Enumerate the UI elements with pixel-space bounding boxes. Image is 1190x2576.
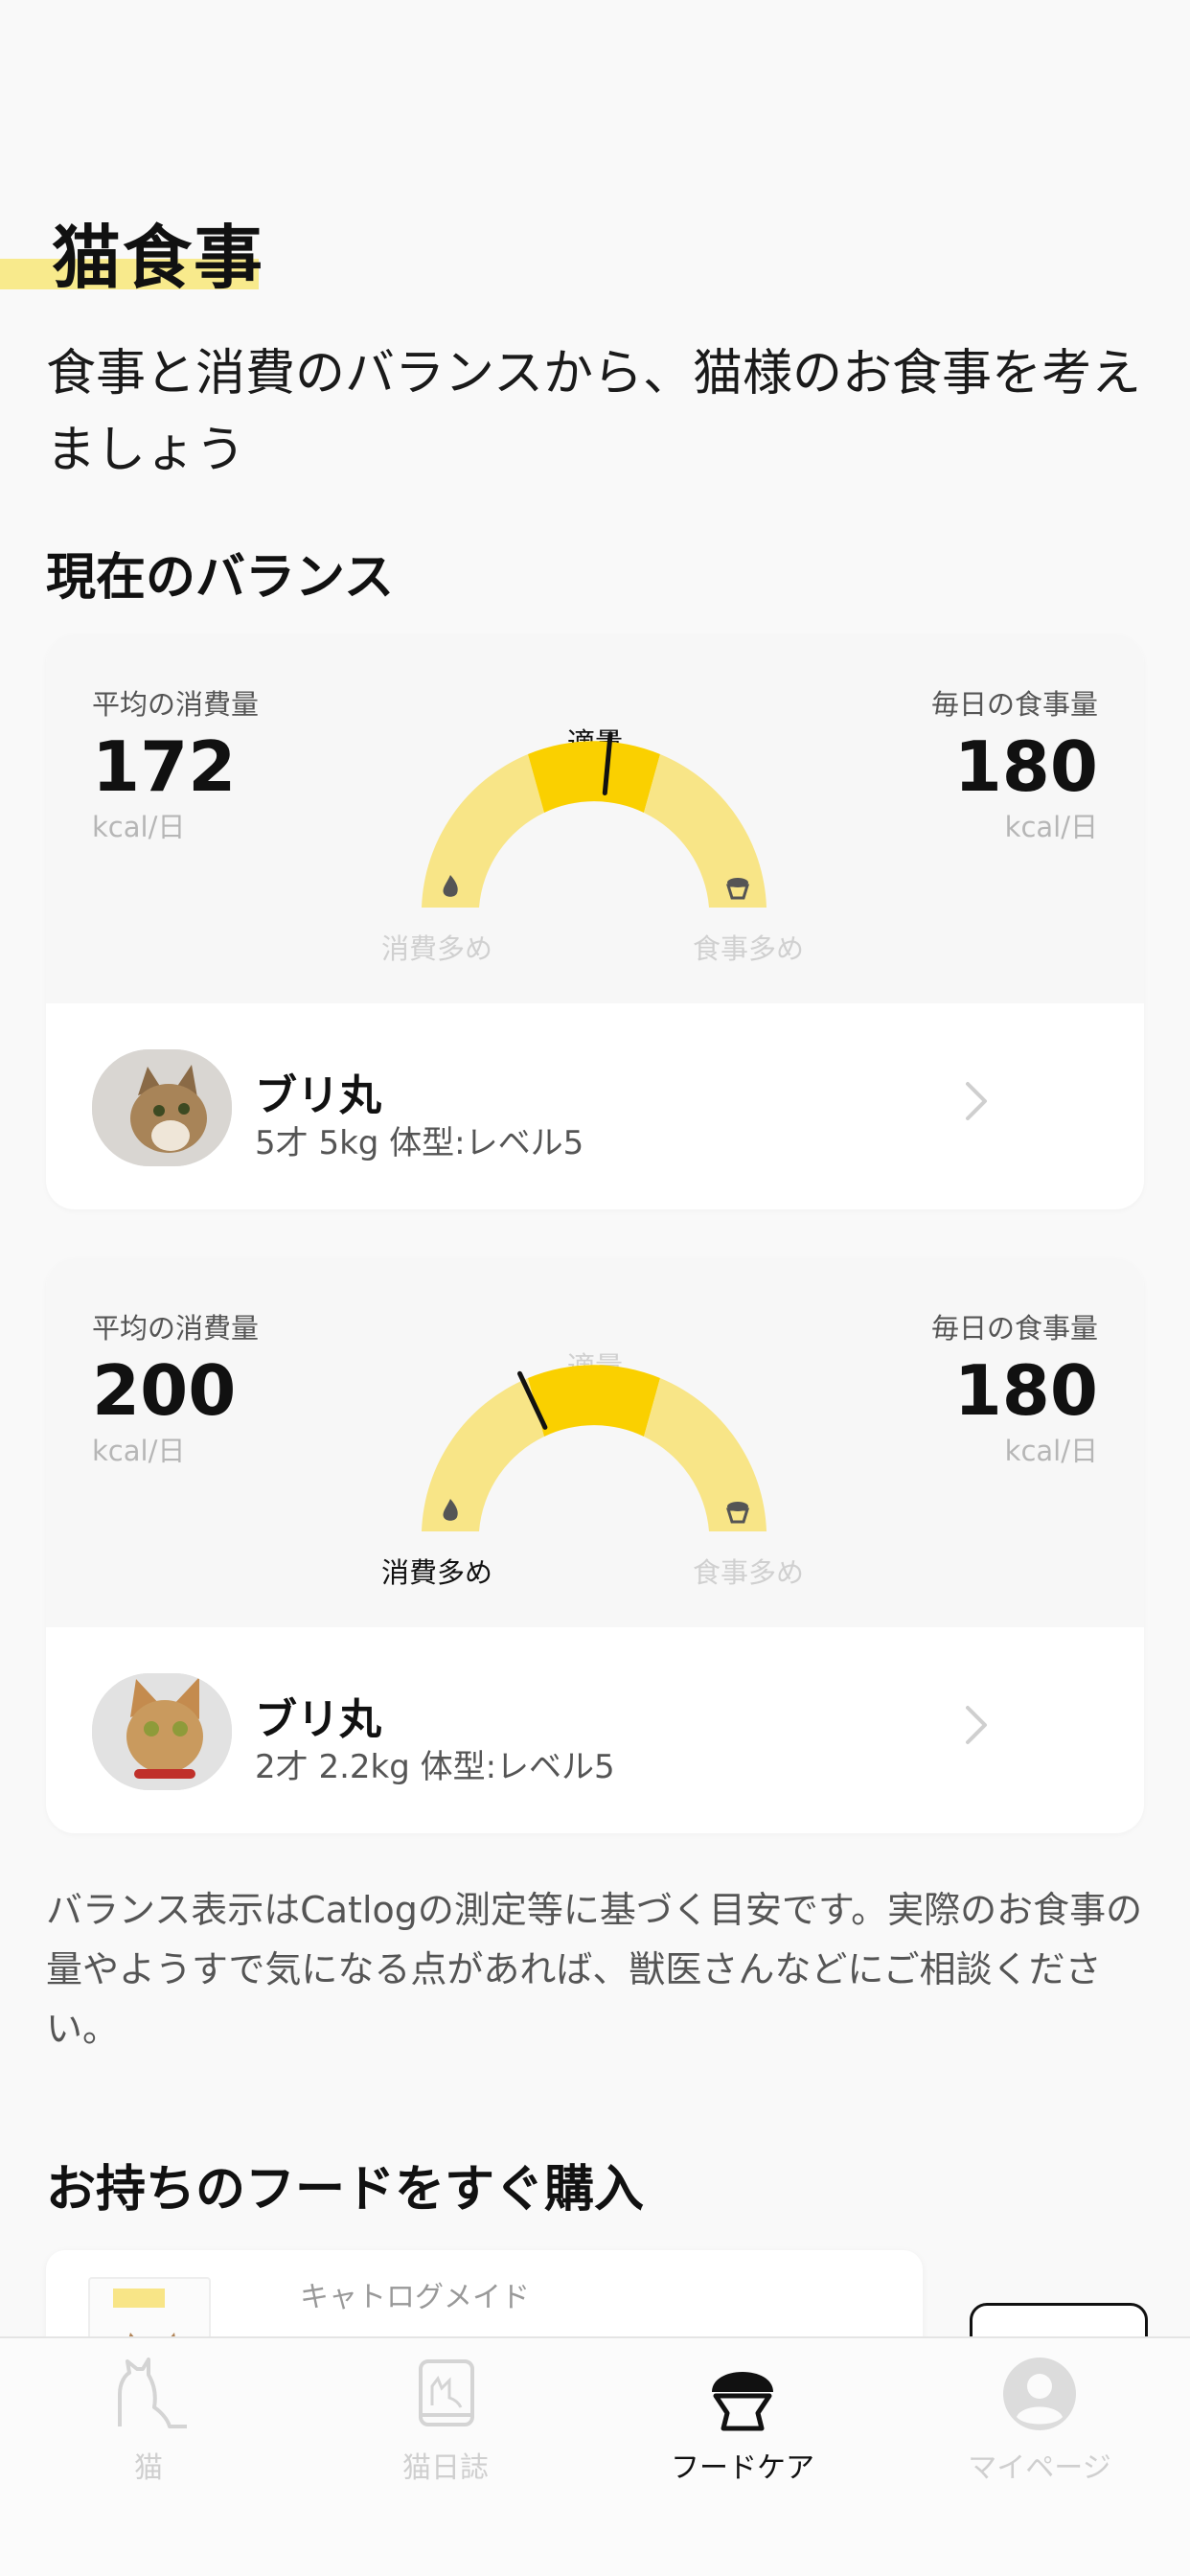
gauge-middle-segment <box>528 741 660 813</box>
cat-name: ブリ丸 <box>255 1071 381 1120</box>
consumption-unit: kcal/日 <box>92 811 186 843</box>
cat-row[interactable]: ブリ丸 5才 5kg 体型:レベル5 <box>46 1003 1144 1209</box>
tab-bar: 猫 猫日誌 フードケア マイページ <box>0 2336 1190 2576</box>
balance-heading: 現在のバランス <box>46 549 394 607</box>
tab-food-care[interactable]: フードケア <box>594 2338 891 2576</box>
tab-diary[interactable]: 猫日誌 <box>297 2338 594 2576</box>
gauge-label-meal: 食事多め <box>693 932 805 965</box>
food-screen: 猫食事 食事と消費のバランスから、猫様のお食事を考えましょう 現在のバランス 平… <box>0 0 1190 2576</box>
balance-gauge <box>422 731 767 908</box>
balance-note: バランス表示はCatlogの測定等に基づく目安です。実際のお食事の量やようすで気… <box>46 1889 1143 2050</box>
cat-name: ブリ丸 <box>255 1695 381 1744</box>
avatar <box>92 1673 232 1790</box>
consumption-label: 平均の消費量 <box>92 1312 260 1345</box>
gauge-left-segment <box>422 754 544 908</box>
intake-label: 毎日の食事量 <box>930 688 1098 721</box>
intake-unit: kcal/日 <box>1004 1435 1098 1467</box>
tab-cat[interactable]: 猫 <box>0 2338 297 2576</box>
tab-label: フードケア <box>671 2451 814 2485</box>
balance-gauge <box>422 1365 767 1531</box>
tab-label: 猫 <box>134 2451 163 2485</box>
chevron-right-icon[interactable] <box>947 1696 1004 1754</box>
intake-label: 毎日の食事量 <box>930 1312 1098 1345</box>
gauge-label-consumption: 消費多め <box>381 1556 493 1589</box>
gauge-left-segment <box>422 1378 544 1531</box>
intake-unit: kcal/日 <box>1004 811 1098 843</box>
food-bowl-icon <box>712 2372 773 2431</box>
balance-panel: 平均の消費量 200 kcal/日 毎日の食事量 180 kcal/日 適量 <box>46 1258 1144 1627</box>
gauge-label-consumption: 消費多め <box>381 932 493 965</box>
tab-label: 猫日誌 <box>402 2451 489 2485</box>
chevron-right-icon[interactable] <box>947 1072 1004 1130</box>
avatar <box>92 1049 232 1166</box>
gauge-middle-segment <box>528 1365 660 1437</box>
consumption-label: 平均の消費量 <box>92 688 260 721</box>
diary-icon <box>419 2359 474 2426</box>
user-icon <box>1003 2358 1076 2430</box>
tab-label: マイページ <box>968 2451 1111 2485</box>
page-title: 猫食事 <box>52 218 265 298</box>
tab-mypage[interactable]: マイページ <box>891 2338 1188 2576</box>
balance-card[interactable]: 平均の消費量 200 kcal/日 毎日の食事量 180 kcal/日 適量 <box>46 1258 1144 1833</box>
balance-card[interactable]: 平均の消費量 172 kcal/日 毎日の食事量 180 kcal/日 適量 <box>46 634 1144 1209</box>
gauge-label-meal: 食事多め <box>693 1556 805 1589</box>
purchase-heading: お持ちのフードをすぐ購入 <box>46 2161 645 2219</box>
consumption-unit: kcal/日 <box>92 1435 186 1467</box>
intro-text: 食事と消費のバランスから、猫様のお食事を考えましょう <box>46 345 1141 479</box>
cat-info: 2才 2.2kg 体型:レベル5 <box>255 1748 615 1786</box>
cat-info: 5才 5kg 体型:レベル5 <box>255 1124 584 1162</box>
balance-panel: 平均の消費量 172 kcal/日 毎日の食事量 180 kcal/日 適量 <box>46 634 1144 1003</box>
cat-row[interactable]: ブリ丸 2才 2.2kg 体型:レベル5 <box>46 1627 1144 1833</box>
product-brand: キャトログメイド <box>300 2281 530 2314</box>
cat-icon <box>118 2358 187 2428</box>
